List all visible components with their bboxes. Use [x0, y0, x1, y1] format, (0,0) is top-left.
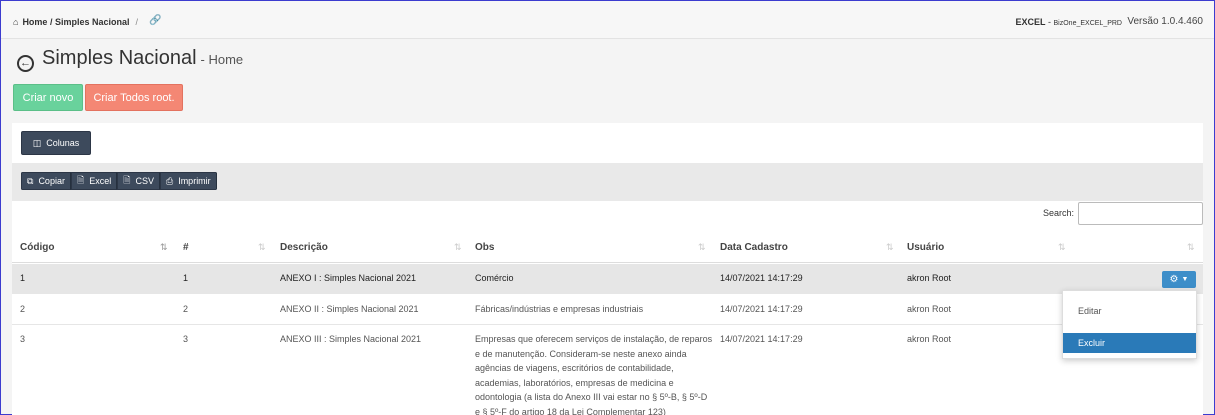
- export-bar: ⧉ Copiar 🗎 Excel 🗎 CSV ⎙ Imprimir: [12, 163, 1203, 201]
- page-title-main: Simples Nacional: [42, 47, 197, 69]
- col-header-obs[interactable]: Obs: [475, 242, 494, 253]
- cell-descricao: ANEXO I : Simples Nacional 2021: [280, 273, 417, 283]
- cell-obs: Fábricas/indústrias e empresas industria…: [475, 304, 644, 314]
- sort-icon[interactable]: ⇅: [258, 242, 266, 253]
- breadcrumb-separator: /: [135, 17, 138, 27]
- columns-icon: ◫: [32, 137, 42, 148]
- search-label: Search:: [1043, 208, 1075, 218]
- cell-obs: Comércio: [475, 273, 514, 283]
- cell-codigo: 2: [20, 304, 26, 314]
- export-button-group: ⧉ Copiar 🗎 Excel 🗎 CSV ⎙ Imprimir: [21, 172, 217, 190]
- cell-num: 2: [183, 304, 189, 314]
- cell-obs: Empresas que oferecem serviços de instal…: [475, 334, 713, 415]
- caret-down-icon: ▼: [1181, 276, 1189, 283]
- table-header: Código ⇅ # ⇅ Descrição ⇅ Obs ⇅ Data Cada…: [12, 233, 1203, 263]
- data-panel: ◫ Colunas ⧉ Copiar 🗎 Excel 🗎 CSV ⎙ Impri…: [12, 123, 1203, 415]
- columns-button[interactable]: ◫ Colunas: [21, 131, 91, 155]
- menu-item-edit[interactable]: Editar: [1063, 302, 1196, 320]
- sort-icon[interactable]: ⇅: [454, 242, 462, 253]
- breadcrumb: ⌂ Home / Simples Nacional /: [13, 17, 138, 27]
- col-header-usuario[interactable]: Usuário: [907, 242, 944, 253]
- copy-label: Copiar: [38, 176, 65, 186]
- sort-icon[interactable]: ⇅: [1187, 242, 1195, 253]
- create-new-button[interactable]: Criar novo: [13, 84, 83, 111]
- copy-icon: ⧉: [27, 175, 34, 186]
- sort-icon[interactable]: ⇅: [1058, 242, 1066, 253]
- version-label: Versão 1.0.4.460: [1127, 16, 1203, 27]
- cell-codigo: 3: [20, 334, 26, 344]
- link-icon[interactable]: 🔗: [149, 15, 161, 26]
- table-row[interactable]: 2 2 ANEXO II : Simples Nacional 2021 Fáb…: [12, 294, 1203, 325]
- csv-button[interactable]: 🗎 CSV: [117, 172, 160, 190]
- print-label: Imprimir: [178, 176, 211, 186]
- sort-icon[interactable]: ⇅: [698, 242, 706, 253]
- cell-usuario: akron Root: [907, 304, 952, 314]
- page-title-sub: - Home: [200, 52, 244, 67]
- excel-button[interactable]: 🗎 Excel: [70, 172, 118, 190]
- col-header-descricao[interactable]: Descrição: [280, 242, 328, 253]
- row-actions-dropdown: Editar Excluir: [1062, 290, 1197, 359]
- cell-descricao: ANEXO II : Simples Nacional 2021: [280, 304, 419, 314]
- cell-data-cadastro: 14/07/2021 14:17:29: [720, 304, 803, 314]
- cell-num: 3: [183, 334, 189, 344]
- environment-code: BizOne_EXCEL_PRD: [1053, 20, 1122, 27]
- cell-data-cadastro: 14/07/2021 14:17:29: [720, 334, 803, 344]
- print-button[interactable]: ⎙ Imprimir: [159, 172, 217, 190]
- table-row[interactable]: 3 3 ANEXO III : Simples Nacional 2021 Em…: [12, 325, 1203, 415]
- environment-label: EXCEL - BizOne_EXCEL_PRD: [1015, 17, 1122, 27]
- col-header-codigo[interactable]: Código: [20, 242, 54, 253]
- environment-dash: -: [1048, 17, 1051, 27]
- create-all-root-button[interactable]: Criar Todos root.: [85, 84, 183, 111]
- sort-asc-icon[interactable]: ⇅: [160, 242, 168, 253]
- gear-icon: ⚙: [1169, 274, 1179, 285]
- table-row[interactable]: 1 1 ANEXO I : Simples Nacional 2021 Comé…: [12, 264, 1203, 294]
- csv-label: CSV: [135, 176, 154, 186]
- search-input[interactable]: [1078, 202, 1203, 225]
- cell-usuario: akron Root: [907, 273, 952, 283]
- back-arrow-icon[interactable]: ←: [17, 54, 34, 72]
- cell-codigo: 1: [20, 273, 26, 283]
- col-header-num[interactable]: #: [183, 242, 189, 253]
- cell-data-cadastro: 14/07/2021 14:17:29: [720, 273, 803, 283]
- sort-icon[interactable]: ⇅: [886, 242, 894, 253]
- top-bar: ⌂ Home / Simples Nacional / 🔗 EXCEL - Bi…: [1, 1, 1214, 39]
- excel-file-icon: 🗎: [76, 175, 85, 185]
- row-actions-button[interactable]: ⚙ ▼: [1162, 271, 1196, 288]
- excel-label: Excel: [89, 176, 112, 186]
- home-icon[interactable]: ⌂: [13, 17, 18, 27]
- copy-button[interactable]: ⧉ Copiar: [21, 172, 71, 190]
- cell-num: 1: [183, 273, 189, 283]
- cell-usuario: akron Root: [907, 334, 952, 344]
- columns-label: Colunas: [46, 138, 80, 148]
- col-header-data-cadastro[interactable]: Data Cadastro: [720, 242, 788, 253]
- cell-descricao: ANEXO III : Simples Nacional 2021: [280, 334, 422, 344]
- menu-item-delete[interactable]: Excluir: [1063, 333, 1196, 353]
- csv-file-icon: 🗎: [123, 175, 131, 185]
- breadcrumb-text[interactable]: Home / Simples Nacional: [22, 17, 129, 27]
- page-title: ← Simples Nacional - Home: [17, 47, 244, 72]
- printer-icon: ⎙: [165, 175, 174, 186]
- environment-name: EXCEL: [1015, 17, 1046, 27]
